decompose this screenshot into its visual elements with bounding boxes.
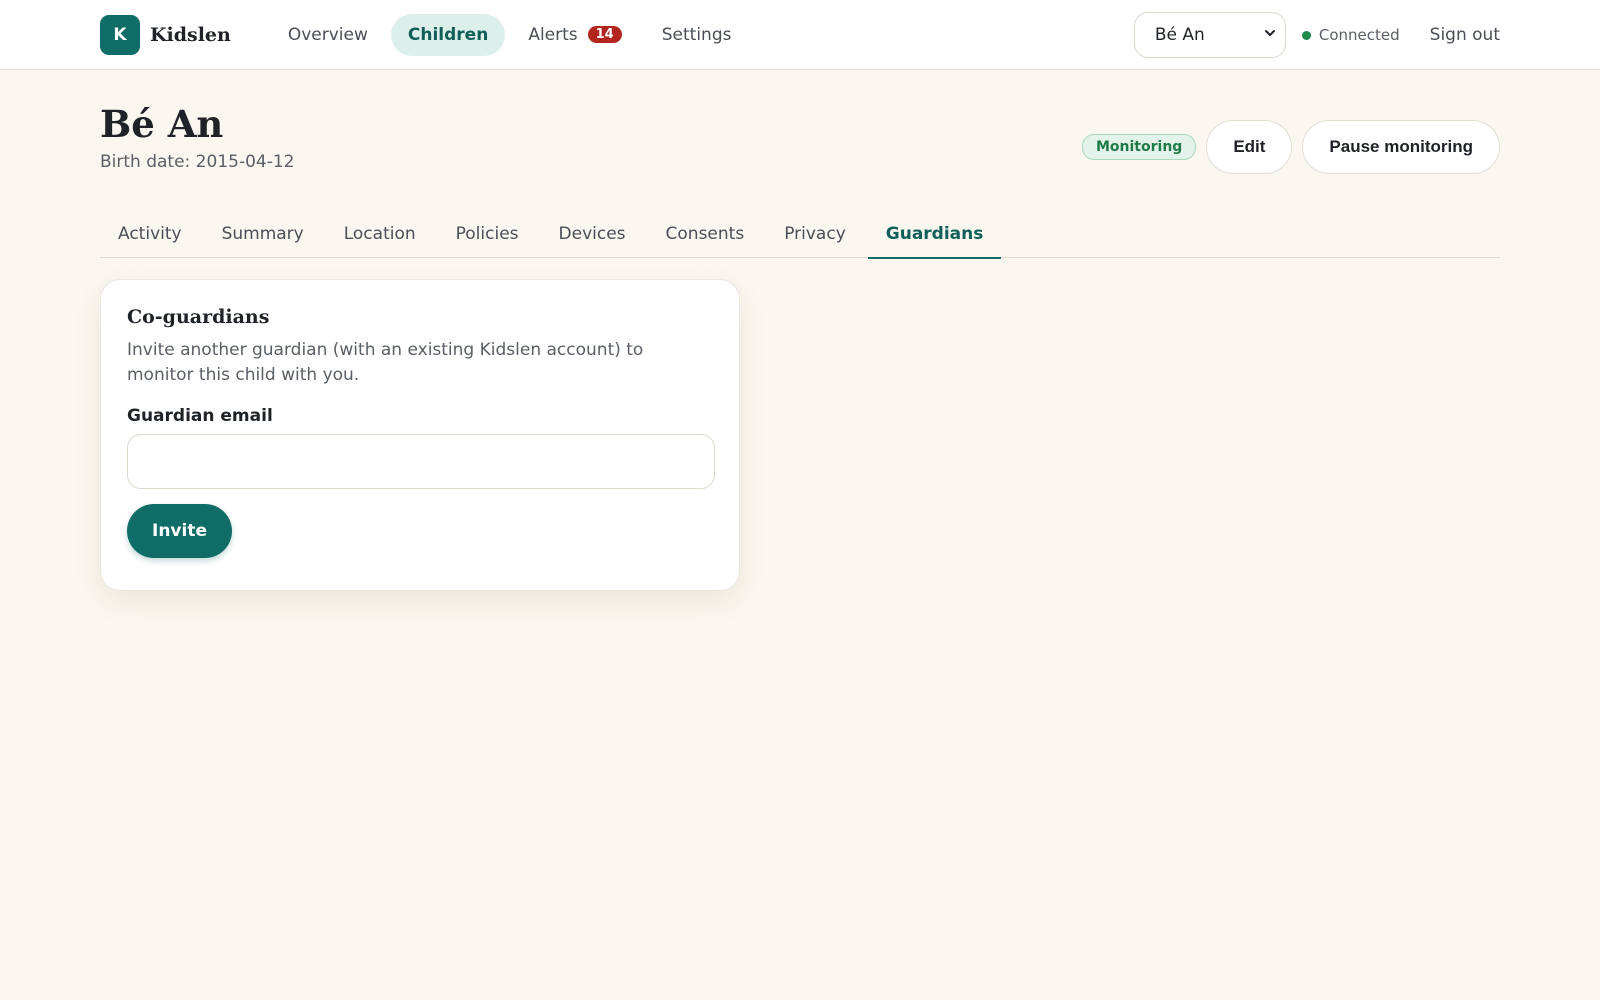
header-actions: Monitoring Edit Pause monitoring [1081,120,1500,174]
brand-name: Kidslen [150,23,231,46]
nav-alerts[interactable]: Alerts 14 [511,14,638,56]
connection-status-text: Connected [1318,26,1400,44]
child-selector-value: Bé An [1154,25,1205,45]
guardian-email-label: Guardian email [127,406,273,426]
child-selector[interactable]: Bé An [1133,12,1286,58]
child-tabs: Activity Summary Location Policies Devic… [100,210,1500,259]
sign-out-link[interactable]: Sign out [1430,25,1500,45]
nav-settings[interactable]: Settings [645,14,749,56]
birth-date: Birth date: 2015-04-12 [100,152,295,172]
tab-privacy[interactable]: Privacy [766,210,864,258]
alerts-count-badge: 14 [587,26,622,43]
tab-policies[interactable]: Policies [438,210,537,258]
tab-location[interactable]: Location [326,210,434,258]
card-title: Co-guardians [127,306,270,328]
tab-consents[interactable]: Consents [648,210,763,258]
top-navigation-bar: K Kidslen Overview Children Alerts 14 Se… [0,0,1600,70]
edit-button[interactable]: Edit [1206,120,1293,174]
nav-alerts-label: Alerts [528,24,578,45]
nav-children[interactable]: Children [390,13,506,56]
connection-status: Connected [1301,26,1400,44]
brand[interactable]: K Kidslen [100,14,231,55]
guardian-email-input[interactable] [127,434,715,489]
brand-logo: K [100,14,140,55]
invite-button[interactable]: Invite [127,504,232,558]
page-title: Bé An [100,102,224,146]
tab-guardians[interactable]: Guardians [867,210,1002,259]
nav-overview[interactable]: Overview [271,14,385,56]
pause-monitoring-button[interactable]: Pause monitoring [1302,120,1500,174]
tab-summary[interactable]: Summary [204,210,322,258]
co-guardians-card: Co-guardians Invite another guardian (wi… [100,279,740,591]
tab-devices[interactable]: Devices [541,210,644,258]
status-dot-icon [1301,30,1311,40]
card-description: Invite another guardian (with an existin… [127,340,644,385]
main-nav: Overview Children Alerts 14 Settings [271,13,749,56]
chevron-down-icon [1263,26,1277,44]
topbar-right: Bé An Connected Sign out [1133,0,1500,70]
tab-activity[interactable]: Activity [100,210,200,258]
status-badge: Monitoring [1081,134,1197,160]
